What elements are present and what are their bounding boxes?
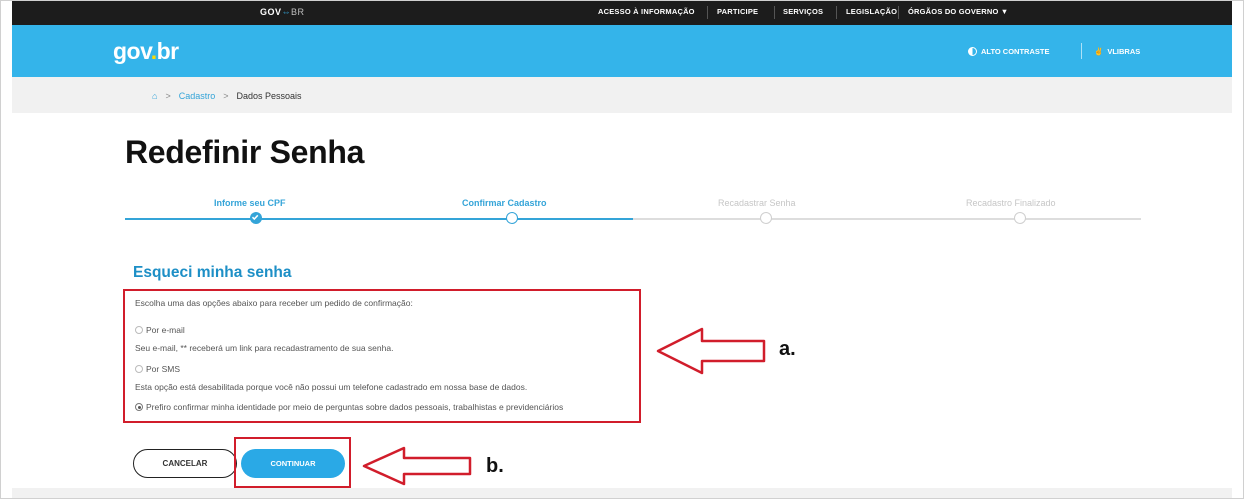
sign-language-icon: ✌ — [1094, 47, 1104, 56]
options-intro: Escolha uma das opções abaixo para receb… — [135, 298, 413, 308]
vlibras-button[interactable]: ✌ VLIBRAS — [1094, 47, 1140, 56]
divider — [1081, 43, 1082, 59]
option-sms-hint: Esta opção está desabilitada porque você… — [135, 382, 528, 392]
breadcrumb-cadastro[interactable]: Cadastro — [179, 91, 216, 101]
topbar-link-orgaos-label: ÓRGÃOS DO GOVERNO — [908, 7, 999, 16]
vlibras-label: VLIBRAS — [1107, 47, 1141, 56]
option-questions[interactable]: Prefiro confirmar minha identidade por m… — [135, 402, 563, 412]
logo-part-br: br — [156, 38, 180, 64]
step-circle-current — [506, 212, 518, 224]
chevron-right-icon: > — [165, 91, 171, 101]
checkmark-icon — [250, 212, 262, 224]
divider — [836, 6, 837, 19]
step-label-cpf: Informe seu CPF — [214, 198, 286, 208]
page-frame: GOV⇔BR ACESSO À INFORMAÇÃO PARTICIPE SER… — [0, 0, 1244, 499]
divider — [707, 6, 708, 19]
site-header: gov.br ALTO CONTRASTE ✌ VLIBRAS — [12, 25, 1232, 77]
step-line-pending — [633, 218, 1141, 220]
step-circle-pending — [760, 212, 772, 224]
option-sms[interactable]: Por SMS — [135, 364, 180, 374]
footer-strip — [12, 488, 1232, 498]
cancel-button[interactable]: CANCELAR — [133, 449, 237, 478]
chevron-down-icon: ▼ — [1000, 7, 1009, 16]
topbar-link-legislacao[interactable]: LEGISLAÇÃO — [846, 7, 897, 16]
divider — [774, 6, 775, 19]
high-contrast-button[interactable]: ALTO CONTRASTE — [968, 47, 1049, 56]
step-label-recadastrar: Recadastrar Senha — [718, 198, 796, 208]
option-email-hint: Seu e-mail, ** receberá um link para rec… — [135, 343, 394, 353]
divider — [898, 6, 899, 19]
topbar-link-participe[interactable]: PARTICIPE — [717, 7, 758, 16]
step-label-confirmar: Confirmar Cadastro — [462, 198, 547, 208]
step-label-finalizado: Recadastro Finalizado — [966, 198, 1056, 208]
home-icon[interactable]: ⌂ — [152, 91, 157, 101]
high-contrast-label: ALTO CONTRASTE — [981, 47, 1050, 56]
radio-button[interactable] — [135, 326, 143, 334]
topbar-brand[interactable]: GOV⇔BR — [260, 7, 305, 17]
confirmation-options: Escolha uma das opções abaixo para receb… — [123, 289, 641, 423]
radio-button[interactable] — [135, 365, 143, 373]
topbar-link-orgaos[interactable]: ÓRGÃOS DO GOVERNO ▼ — [908, 7, 1008, 16]
option-email-label: Por e-mail — [146, 325, 185, 335]
topbar-brand-br: BR — [291, 7, 305, 17]
page-title: Redefinir Senha — [125, 134, 365, 170]
option-questions-label: Prefiro confirmar minha identidade por m… — [146, 402, 564, 412]
annotation-label-a: a. — [779, 338, 796, 360]
breadcrumb: ⌂ > Cadastro > Dados Pessoais — [12, 77, 1232, 113]
option-email[interactable]: Por e-mail — [135, 325, 185, 335]
topbar-brand-gov: GOV — [260, 7, 282, 17]
annotation-arrow-left-icon — [656, 327, 766, 375]
step-circle-pending — [1014, 212, 1026, 224]
contrast-icon — [968, 47, 977, 56]
topbar-link-servicos[interactable]: SERVIÇOS — [783, 7, 823, 16]
annotation-arrow-left-icon — [362, 446, 472, 486]
continue-button[interactable]: CONTINUAR — [241, 449, 345, 478]
gov-topbar: GOV⇔BR ACESSO À INFORMAÇÃO PARTICIPE SER… — [12, 1, 1232, 25]
radio-button-selected[interactable] — [135, 403, 143, 411]
section-title: Esqueci minha senha — [133, 264, 292, 281]
chevron-right-icon: > — [223, 91, 229, 101]
step-line-done — [125, 218, 633, 220]
breadcrumb-dados-pessoais: Dados Pessoais — [236, 91, 302, 101]
annotation-label-b: b. — [486, 455, 504, 477]
option-sms-label: Por SMS — [146, 364, 181, 374]
brand-arrow-icon: ⇔ — [281, 7, 292, 17]
govbr-logo[interactable]: gov.br — [113, 38, 179, 65]
logo-part-gov: gov — [113, 38, 151, 64]
topbar-link-acesso[interactable]: ACESSO À INFORMAÇÃO — [598, 7, 695, 16]
